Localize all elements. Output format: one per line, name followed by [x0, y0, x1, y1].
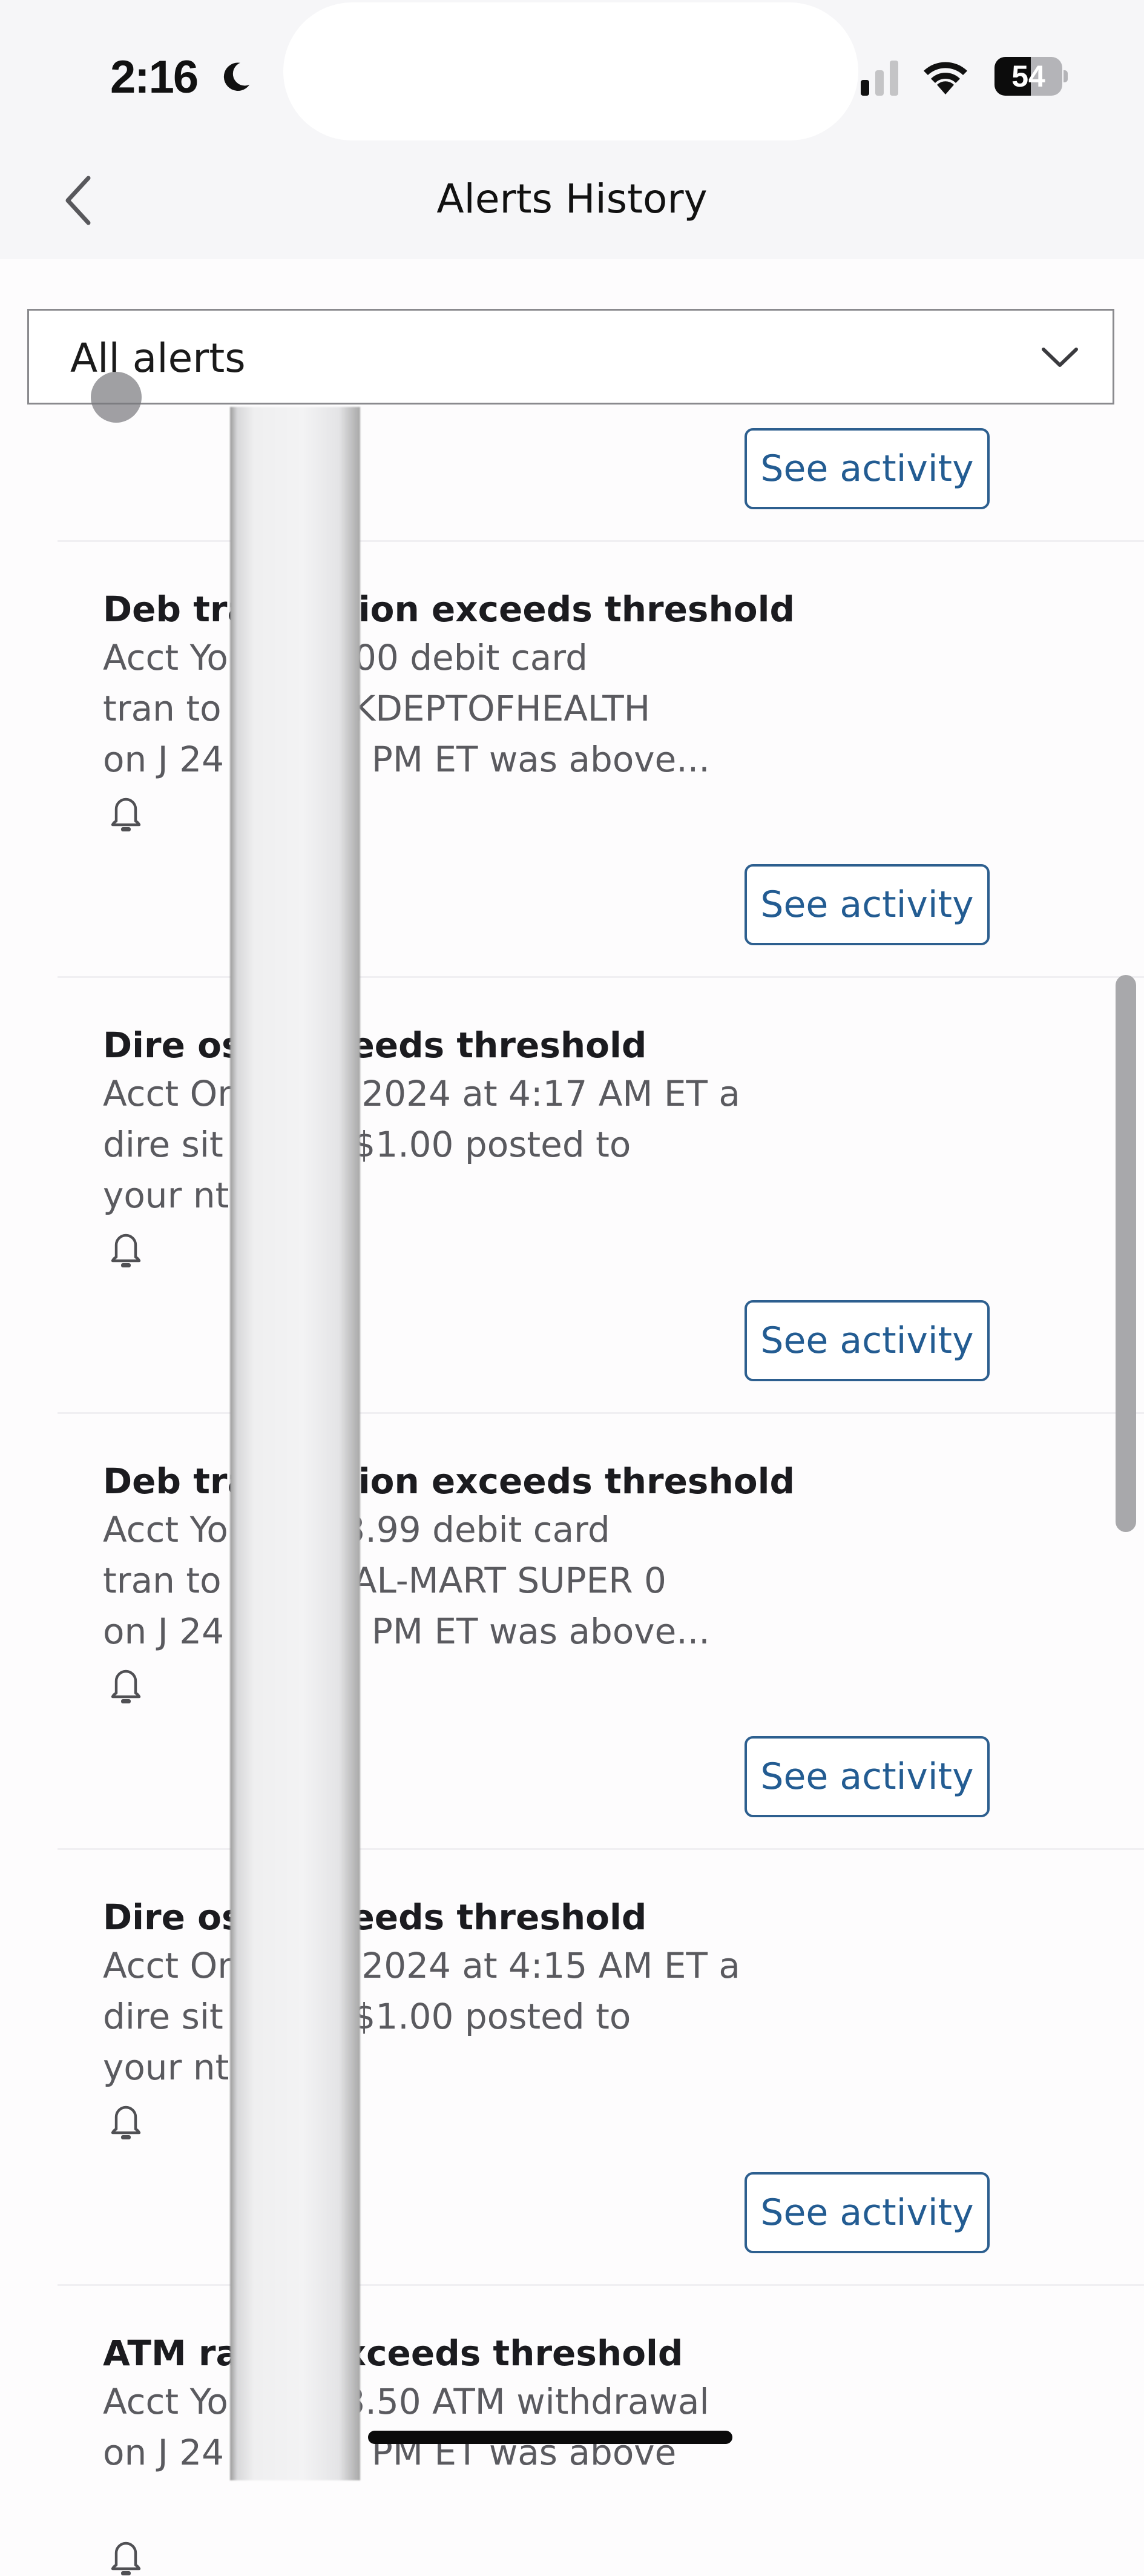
see-activity-button[interactable]: See activity	[745, 864, 990, 945]
alert-body: Acct On Jun 7, 2024 at 4:17 AM ET a dire…	[103, 1073, 740, 1216]
scrollbar[interactable]	[1116, 975, 1136, 1532]
alert-body: Acct Your $143.99 debit card tran to WAL…	[103, 1509, 710, 1652]
see-activity-button[interactable]: See activity	[745, 2172, 990, 2253]
header: 2:16 54 Alerts History	[0, 0, 1144, 259]
battery-body: 54	[994, 57, 1062, 96]
alert-body: Acct Your $403.50 ATM withdrawal on J 24…	[103, 2381, 709, 2473]
card-separator	[58, 976, 1144, 978]
bell-icon	[111, 1669, 141, 1703]
see-activity-button[interactable]: See activity	[745, 428, 990, 509]
chevron-down-icon	[1042, 348, 1078, 367]
dynamic-island	[283, 2, 858, 140]
filter-selected-value: All alerts	[70, 335, 246, 381]
alert-title: ATM rawal exceeds threshold	[103, 2333, 683, 2374]
battery-indicator: 54	[994, 57, 1068, 96]
moon-icon	[223, 62, 250, 91]
alert-title: Deb transaction exceeds threshold	[103, 589, 795, 630]
redaction-blur	[230, 407, 360, 2480]
alert-body: Acct Your $55.00 debit card tran to VCN*…	[103, 637, 710, 780]
alert-title: Deb transaction exceeds threshold	[103, 1461, 795, 1502]
card-separator	[58, 1848, 1144, 1850]
status-time: 2:16	[110, 51, 199, 103]
card-separator	[58, 2284, 1144, 2286]
bell-icon	[111, 1234, 141, 1267]
alert-body: Acct On Jun 6, 2024 at 4:15 AM ET a dire…	[103, 1945, 740, 2088]
alert-title: Dire osit exceeds threshold	[103, 1897, 647, 1938]
see-activity-button[interactable]: See activity	[745, 1736, 990, 1817]
battery-nub	[1063, 70, 1068, 82]
alert-title: Dire osit exceeds threshold	[103, 1025, 647, 1066]
touch-indicator	[91, 372, 142, 423]
battery-percent: 54	[1011, 59, 1045, 93]
card-separator	[58, 540, 1144, 542]
bell-icon	[111, 2541, 141, 2575]
home-indicator[interactable]	[368, 2431, 732, 2444]
bell-icon	[111, 798, 141, 831]
card-separator	[58, 1412, 1144, 1414]
wifi-icon	[924, 62, 967, 94]
bell-icon	[111, 2105, 141, 2139]
page-title: Alerts History	[436, 176, 708, 222]
signal-icon	[861, 61, 898, 96]
alert-filter-dropdown[interactable]: All alerts	[27, 309, 1114, 405]
see-activity-button[interactable]: See activity	[745, 1300, 990, 1381]
